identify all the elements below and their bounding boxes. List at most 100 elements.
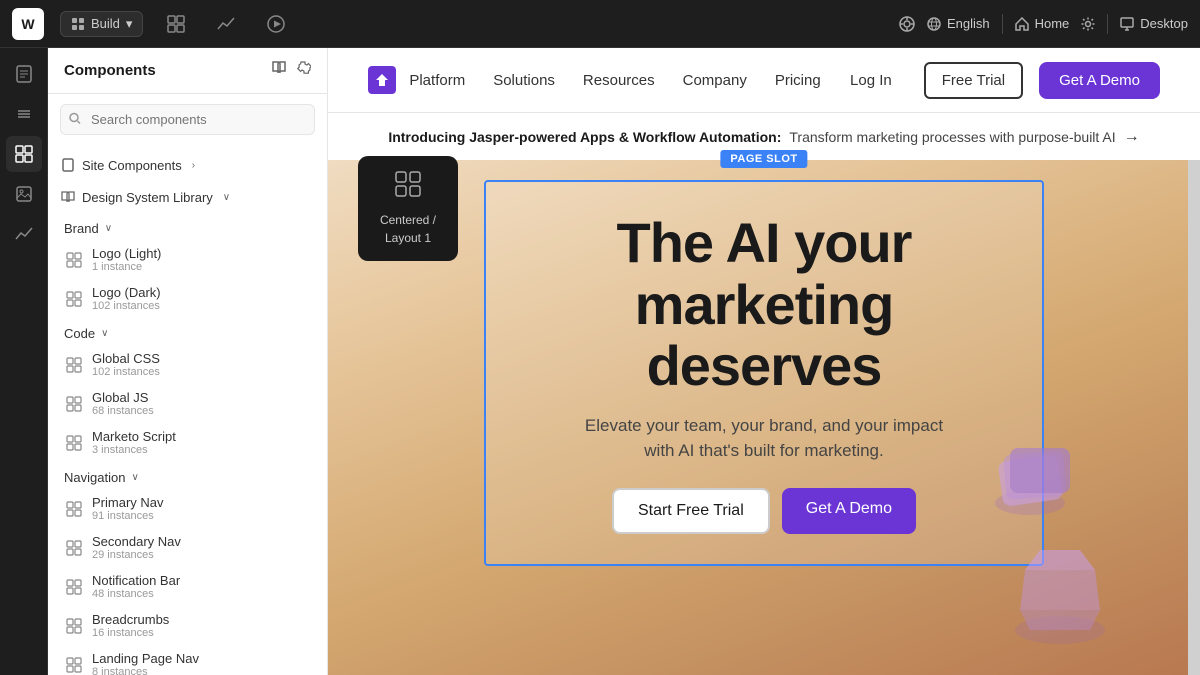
code-label: Code: [64, 326, 95, 341]
home-btn[interactable]: Home: [1015, 16, 1070, 31]
component-icon: [64, 250, 84, 270]
home-label: Home: [1035, 16, 1070, 31]
logo-icon: W: [12, 8, 44, 40]
nav-pricing[interactable]: Pricing: [775, 72, 821, 89]
search-icon: [69, 112, 81, 127]
list-item[interactable]: Notification Bar 48 instances: [48, 567, 327, 606]
desktop-btn[interactable]: Desktop: [1120, 16, 1188, 31]
logo-light-count: 1 instance: [92, 261, 161, 273]
canvas-area: Platform Solutions Resources Company Pri…: [328, 48, 1200, 675]
home-icon: [1015, 17, 1029, 31]
global-js-count: 68 instances: [92, 405, 154, 417]
list-item[interactable]: Landing Page Nav 8 instances: [48, 645, 327, 675]
list-item[interactable]: Primary Nav 91 instances: [48, 489, 327, 528]
list-item[interactable]: Logo (Dark) 102 instances: [48, 279, 327, 318]
chart-icon: [217, 15, 235, 33]
free-trial-button[interactable]: Free Trial: [924, 62, 1023, 99]
sidebar-panel: Components: [48, 48, 328, 675]
hero-headline: The AI your marketing deserves: [526, 212, 1002, 397]
site-components-chevron: ›: [192, 160, 195, 171]
list-item[interactable]: Marketo Script 3 instances: [48, 423, 327, 462]
start-trial-button[interactable]: Start Free Trial: [612, 488, 770, 534]
list-item[interactable]: Global JS 68 instances: [48, 384, 327, 423]
landing-page-nav-icon: [64, 655, 84, 675]
logo-light-label: Logo (Light): [92, 246, 161, 261]
landing-page-nav-label: Landing Page Nav: [92, 651, 199, 666]
topbar-right: English Home Desktop: [899, 14, 1188, 34]
globe-icon: [927, 17, 941, 31]
landing-page-nav-count: 8 instances: [92, 666, 199, 675]
website-nav-links: Platform Solutions Resources Company Pri…: [409, 72, 820, 89]
layers-icon-btn[interactable]: [6, 96, 42, 132]
assets-icon-btn[interactable]: [6, 176, 42, 212]
tooltip-label: Centered / Layout 1: [380, 213, 436, 245]
monitor-icon: [1120, 17, 1134, 31]
pages-icon: [14, 64, 34, 84]
get-demo-nav-button[interactable]: Get A Demo: [1039, 62, 1160, 99]
assets-icon: [14, 184, 34, 204]
sidebar-settings-icon[interactable]: [295, 60, 311, 81]
build-icon: [71, 17, 85, 31]
language-selector[interactable]: English: [927, 16, 990, 31]
target-btn[interactable]: [899, 16, 915, 32]
chart-icon-btn[interactable]: [209, 11, 243, 37]
component-tooltip[interactable]: Centered / Layout 1: [358, 156, 458, 261]
navigation-chevron: ∨: [131, 472, 138, 483]
pages-icon-btn[interactable]: [6, 56, 42, 92]
analytics-icon: [14, 224, 34, 244]
doc-icon: [60, 157, 76, 173]
settings-icon: [1081, 17, 1095, 31]
icon-rail: [0, 48, 48, 675]
css-icon: [64, 355, 84, 375]
notification-bar-icon: [64, 577, 84, 597]
main-layout: Components: [0, 48, 1200, 675]
site-components-header[interactable]: Site Components ›: [48, 149, 327, 181]
nav-resources[interactable]: Resources: [583, 72, 655, 89]
design-system-header[interactable]: Design System Library ∨: [48, 181, 327, 213]
nav-platform[interactable]: Platform: [409, 72, 465, 89]
website-nav-right: Log In Free Trial Get A Demo: [834, 62, 1160, 99]
component-icon-2: [64, 289, 84, 309]
logo-dark-label: Logo (Dark): [92, 285, 161, 300]
nav-company[interactable]: Company: [683, 72, 747, 89]
global-css-count: 102 instances: [92, 366, 160, 378]
list-item[interactable]: Breadcrumbs 16 instances: [48, 606, 327, 645]
list-item[interactable]: Secondary Nav 29 instances: [48, 528, 327, 567]
settings-btn[interactable]: [1081, 17, 1095, 31]
get-demo-hero-button[interactable]: Get A Demo: [782, 488, 916, 534]
brand-section-header[interactable]: Brand ∨: [48, 213, 327, 240]
grid-icon-btn[interactable]: [159, 11, 193, 37]
list-item[interactable]: Logo (Light) 1 instance: [48, 240, 327, 279]
notification-arrow[interactable]: →: [1124, 128, 1140, 146]
sidebar-book-icon[interactable]: [271, 60, 287, 81]
login-button[interactable]: Log In: [834, 64, 908, 97]
code-section-header[interactable]: Code ∨: [48, 318, 327, 345]
analytics-icon-btn[interactable]: [6, 216, 42, 252]
play-icon-btn[interactable]: [259, 11, 293, 37]
play-icon: [267, 15, 285, 33]
breadcrumbs-icon: [64, 616, 84, 636]
sidebar-header: Components: [48, 48, 327, 94]
list-item[interactable]: Global CSS 102 instances: [48, 345, 327, 384]
search-box: [60, 104, 315, 135]
grid-icon: [167, 15, 185, 33]
book-icon: [60, 189, 76, 205]
divider-1: [1002, 14, 1003, 34]
notification-text: Transform marketing processes with purpo…: [789, 129, 1115, 145]
nav-solutions[interactable]: Solutions: [493, 72, 555, 89]
sidebar-scroll: Site Components › Design System Library …: [48, 145, 327, 675]
design-system-label: Design System Library: [82, 190, 213, 205]
marketo-count: 3 instances: [92, 444, 176, 456]
divider-2: [1107, 14, 1108, 34]
desktop-label: Desktop: [1140, 16, 1188, 31]
navigation-section-header[interactable]: Navigation ∨: [48, 462, 327, 489]
global-js-label: Global JS: [92, 390, 154, 405]
components-icon-btn[interactable]: [6, 136, 42, 172]
hero-section: PAGE SLOT The AI your marketing deserves…: [328, 160, 1200, 586]
notification-bar-label: Notification Bar: [92, 573, 180, 588]
marketo-icon: [64, 433, 84, 453]
tooltip-icon: [372, 170, 444, 205]
search-input[interactable]: [60, 104, 315, 135]
build-button[interactable]: Build ▾: [60, 11, 143, 37]
secondary-nav-label: Secondary Nav: [92, 534, 181, 549]
